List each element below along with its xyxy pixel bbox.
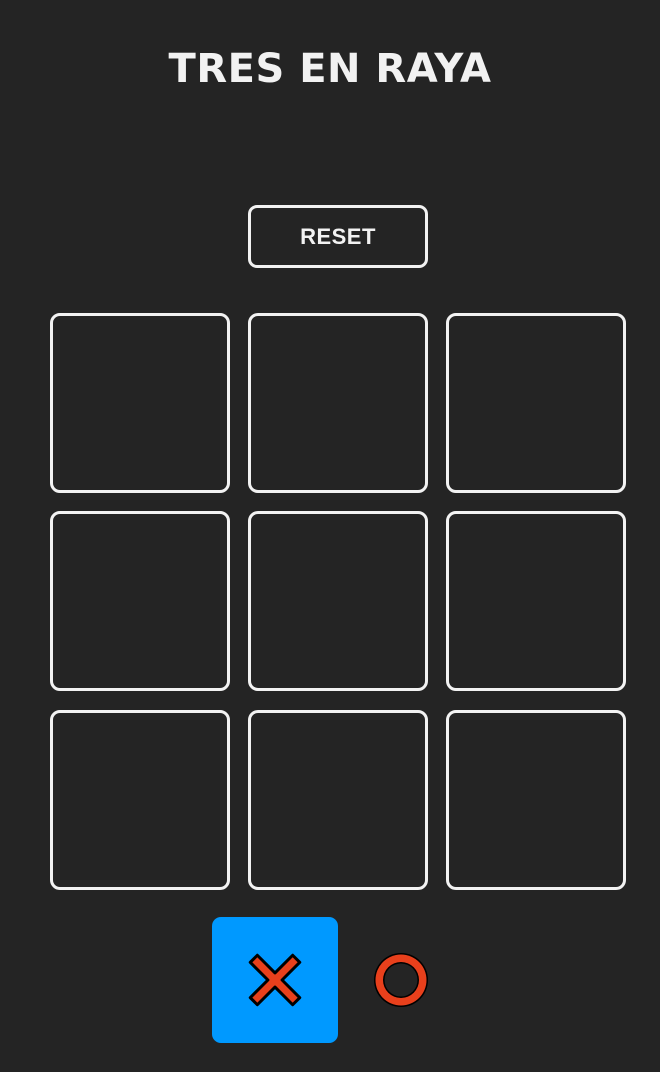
game-board	[50, 313, 626, 890]
page-title: TRES EN RAYA	[168, 46, 492, 92]
o-mark-icon	[374, 953, 428, 1007]
board-cell[interactable]	[248, 511, 428, 691]
reset-button[interactable]: RESET	[248, 205, 428, 268]
board-cell[interactable]	[248, 313, 428, 493]
board-cell[interactable]	[248, 710, 428, 890]
board-cell[interactable]	[50, 710, 230, 890]
turn-o-slot[interactable]	[338, 917, 464, 1043]
x-mark-icon	[248, 953, 302, 1007]
turn-x-slot[interactable]	[212, 917, 338, 1043]
board-cell[interactable]	[446, 313, 626, 493]
board-cell[interactable]	[446, 511, 626, 691]
board-cell[interactable]	[50, 511, 230, 691]
board-cell[interactable]	[50, 313, 230, 493]
board-cell[interactable]	[446, 710, 626, 890]
